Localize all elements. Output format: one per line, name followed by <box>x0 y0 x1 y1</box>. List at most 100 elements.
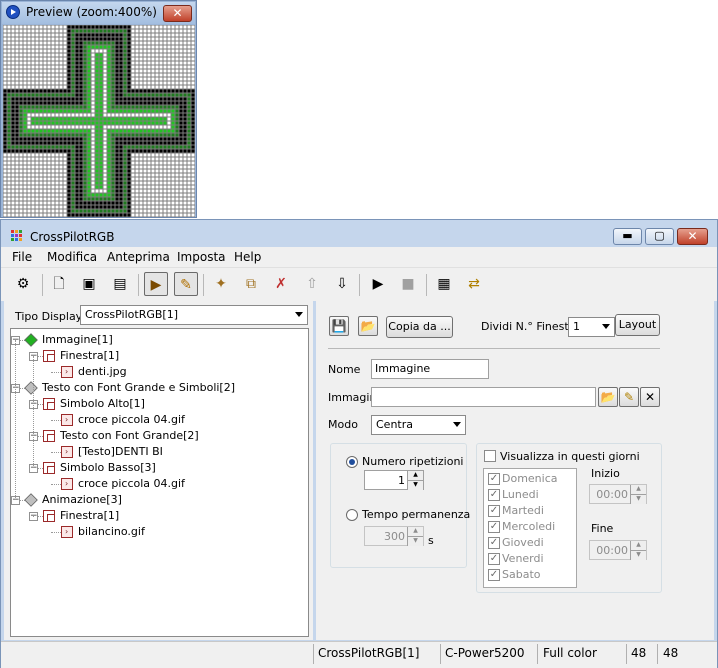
menu-anteprima[interactable]: Anteprima <box>107 250 170 264</box>
edit-mode-icon[interactable]: ✎ <box>174 272 198 296</box>
clear-image-icon[interactable]: ✕ <box>640 387 660 407</box>
ripetizioni-value: 1 <box>398 474 405 487</box>
visualizza-label: Visualizza in questi giorni <box>500 450 640 463</box>
ripetizioni-stepper[interactable]: 1 ▲ ▼ <box>364 470 424 490</box>
toolbar-separator <box>203 274 204 296</box>
main-close-button[interactable]: ✕ <box>677 228 708 245</box>
tipo-display-label: Tipo Display <box>15 310 83 323</box>
spin-up-icon[interactable]: ▲ <box>407 527 423 536</box>
tree-node-label[interactable]: croce piccola 04.gif <box>78 413 185 427</box>
inizio-time-field[interactable]: 00:00 ▲ ▼ <box>589 484 647 504</box>
day-label: Giovedi <box>502 536 544 549</box>
tree-node-label[interactable]: Simbolo Alto[1] <box>60 397 145 411</box>
toolbar-separator <box>138 274 139 296</box>
tempo-value: 300 <box>384 530 405 543</box>
file-icon: › <box>61 526 73 538</box>
day-label: Martedi <box>502 504 544 517</box>
led-preview-grid <box>3 25 195 217</box>
fine-time-field[interactable]: 00:00 ▲ ▼ <box>589 540 647 560</box>
tree-node-label[interactable]: Testo con Font Grande e Simboli[2] <box>42 381 235 395</box>
browse-folder-icon[interactable]: 📂 <box>598 387 618 407</box>
tree-node-label[interactable]: Simbolo Basso[3] <box>60 461 156 475</box>
tipo-display-value: CrossPilotRGB[1] <box>85 308 178 321</box>
move-up-icon[interactable]: ⇧ <box>300 272 324 296</box>
modo-value: Centra <box>376 418 413 431</box>
tree-node-label[interactable]: croce piccola 04.gif <box>78 477 185 491</box>
immagin-input[interactable] <box>371 387 596 407</box>
app-grid-icon <box>11 230 22 241</box>
layout-button[interactable]: Layout <box>615 314 660 336</box>
status-display: CrossPilotRGB[1] <box>318 646 420 660</box>
dividi-label: Dividi N.° Finestra <box>481 320 580 333</box>
status-controller: C-Power5200 <box>445 646 525 660</box>
tree-node-label[interactable]: denti.jpg <box>78 365 127 379</box>
add-item-icon[interactable]: ✦ <box>209 272 233 296</box>
display-icon[interactable]: ▦ <box>432 272 456 296</box>
minimize-button[interactable]: ▬ <box>613 228 642 245</box>
tree-node-label[interactable]: Finestra[1] <box>60 509 119 523</box>
save-icon[interactable]: 💾 <box>329 316 349 336</box>
status-separator <box>440 644 441 664</box>
new-file-icon[interactable]: 🗋 <box>47 272 71 296</box>
spin-down-icon[interactable]: ▼ <box>630 550 646 560</box>
day-checkbox[interactable]: ✓ <box>488 537 500 549</box>
send-icon[interactable]: ⇄ <box>462 272 486 296</box>
file-icon: › <box>61 446 73 458</box>
menu-file[interactable]: File <box>12 250 32 264</box>
chevron-down-icon <box>453 422 461 427</box>
tempo-permanenza-radio[interactable] <box>346 509 358 521</box>
delete-item-icon[interactable]: ✗ <box>269 272 293 296</box>
tipo-display-select[interactable]: CrossPilotRGB[1] <box>80 305 308 325</box>
tree-node-label[interactable]: Animazione[3] <box>42 493 122 507</box>
move-down-icon[interactable]: ⇩ <box>330 272 354 296</box>
maximize-button[interactable]: ▢ <box>645 228 674 245</box>
settings-icon[interactable]: ⚙ <box>11 272 35 296</box>
stop-icon[interactable]: ■ <box>396 272 420 296</box>
tree-node-label[interactable]: [Testo]DENTI BI <box>78 445 163 459</box>
spin-up-icon[interactable]: ▲ <box>407 471 423 480</box>
window-icon <box>43 350 55 362</box>
export-icon[interactable]: ▤ <box>108 272 132 296</box>
main-window-title: CrossPilotRGB <box>30 230 115 244</box>
day-checkbox[interactable]: ✓ <box>488 521 500 533</box>
nome-input[interactable]: Immagine <box>371 359 489 379</box>
play-icon[interactable]: ▶ <box>366 272 390 296</box>
modo-select[interactable]: Centra <box>371 415 466 435</box>
spin-down-icon[interactable]: ▼ <box>407 536 423 546</box>
tree-node-label[interactable]: Immagine[1] <box>42 333 113 347</box>
preview-mode-icon[interactable]: ▶ <box>144 272 168 296</box>
inizio-value: 00:00 <box>596 488 628 501</box>
tempo-stepper[interactable]: 300 ▲ ▼ <box>364 526 424 546</box>
menu-help[interactable]: Help <box>234 250 261 264</box>
preview-close-button[interactable]: ✕ <box>163 5 192 22</box>
spin-up-icon[interactable]: ▲ <box>630 485 646 494</box>
tree-node-label[interactable]: Finestra[1] <box>60 349 119 363</box>
day-checkbox[interactable]: ✓ <box>488 553 500 565</box>
preview-window: Preview (zoom:400%) ✕ <box>0 0 197 218</box>
open-folder-icon[interactable]: 📂 <box>358 316 378 336</box>
tree-node-label[interactable]: Testo con Font Grande[2] <box>60 429 199 443</box>
spin-down-icon[interactable]: ▼ <box>407 480 423 490</box>
file-icon: › <box>61 414 73 426</box>
tree-node-label[interactable]: bilancino.gif <box>78 525 145 539</box>
day-checkbox[interactable]: ✓ <box>488 473 500 485</box>
toolbar-separator <box>359 274 360 296</box>
window-icon <box>43 430 55 442</box>
numero-ripetizioni-radio[interactable] <box>346 456 358 468</box>
day-checkbox[interactable]: ✓ <box>488 505 500 517</box>
menu-modifica[interactable]: Modifica <box>47 250 97 264</box>
copy-item-icon[interactable]: ⧉ <box>239 272 263 296</box>
copia-da-button[interactable]: Copia da ... <box>386 316 453 338</box>
day-checkbox[interactable]: ✓ <box>488 489 500 501</box>
toolbar-separator <box>42 274 43 296</box>
structure-tree[interactable]: − Immagine[1] − Finestra[1] › denti.jpg − Testo… <box>10 328 309 637</box>
menu-imposta[interactable]: Imposta <box>177 250 226 264</box>
dividi-select[interactable]: 1 <box>568 317 615 337</box>
edit-image-icon[interactable]: ✎ <box>619 387 639 407</box>
spin-down-icon[interactable]: ▼ <box>630 494 646 504</box>
day-checkbox[interactable]: ✓ <box>488 569 500 581</box>
tree-connector <box>51 372 61 373</box>
import-icon[interactable]: ▣ <box>77 272 101 296</box>
visualizza-checkbox[interactable] <box>484 450 496 462</box>
spin-up-icon[interactable]: ▲ <box>630 541 646 550</box>
